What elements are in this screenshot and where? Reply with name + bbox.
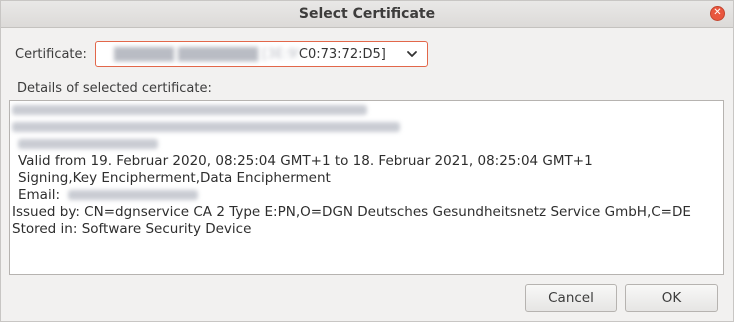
redacted-certificate-name: ██████ ████████ [3E:95:25:58: — [113, 46, 299, 62]
certificate-select-value: C0:73:72:D5] — [298, 46, 386, 62]
key-usage-line: Signing,Key Encipherment,Data Encipherme… — [18, 170, 331, 186]
chevron-down-icon — [407, 51, 417, 57]
certificate-select[interactable]: ██████ ████████ [3E:95:25:58: C0:73:72:D… — [94, 41, 428, 67]
redacted-fingerprint-line — [12, 136, 723, 153]
certificate-details-text[interactable]: Valid from 19. Februar 2020, 08:25:04 GM… — [9, 100, 724, 275]
redacted-serial-line — [12, 119, 723, 136]
close-button[interactable]: ✕ — [710, 6, 725, 21]
redacted-email — [68, 190, 199, 200]
stored-in-line: Stored in: Software Security Device — [12, 221, 252, 237]
email-line: Email: — [12, 187, 723, 204]
email-label: Email: — [18, 187, 61, 203]
ok-button[interactable]: OK — [625, 284, 718, 312]
dialog-title: Select Certificate — [298, 6, 436, 22]
title-bar: Select Certificate ✕ — [1, 1, 733, 28]
cancel-button[interactable]: Cancel — [525, 284, 617, 312]
issued-by-line: Issued by: CN=dgnservice CA 2 Type E:PN,… — [12, 204, 691, 220]
close-icon: ✕ — [713, 7, 722, 18]
redacted-issued-to-line — [12, 102, 723, 119]
certificate-row: Certificate: ██████ ████████ [3E:95:25:5… — [15, 41, 428, 67]
validity-line: Valid from 19. Februar 2020, 08:25:04 GM… — [18, 153, 593, 169]
select-certificate-dialog: Select Certificate ✕ Certificate: ██████… — [0, 0, 734, 322]
certificate-label: Certificate: — [15, 46, 87, 62]
details-label: Details of selected certificate: — [17, 81, 212, 96]
